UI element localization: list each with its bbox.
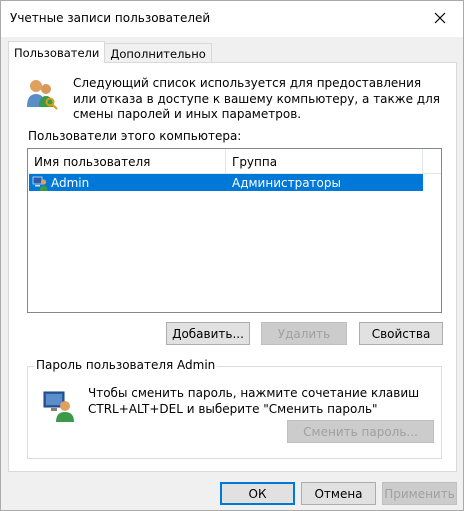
change-password-button[interactable]: Сменить пароль... [287, 420, 434, 443]
ok-button[interactable]: ОК [220, 482, 295, 505]
users-listview[interactable]: Имя пользователя Группа Admin Администра… [27, 148, 442, 313]
add-user-button-label: Добавить... [172, 326, 244, 341]
window-title: Учетные записи пользователей [10, 11, 211, 25]
close-icon [434, 12, 446, 24]
user-computer-icon [43, 391, 74, 422]
tab-users-label: Пользователи [14, 45, 100, 60]
title-bar: Учетные записи пользователей [1, 1, 463, 37]
column-header-username[interactable]: Имя пользователя [28, 149, 226, 174]
column-header-username-label: Имя пользователя [34, 154, 151, 169]
change-password-button-label: Сменить пароль... [303, 424, 418, 439]
users-tab-panel: Следующий список используется для предос… [8, 62, 457, 472]
user-row-admin[interactable]: Admin Администраторы [29, 174, 423, 191]
user-icon [32, 176, 48, 191]
user-name-cell: Admin [29, 175, 226, 191]
users-list-label: Пользователи этого компьютера: [28, 129, 242, 143]
tab-strip: Пользователи Дополнительно [8, 41, 212, 63]
properties-button[interactable]: Свойства [359, 322, 443, 345]
cancel-button-label: Отмена [314, 486, 363, 501]
users-keys-icon [27, 80, 58, 110]
close-button[interactable] [417, 1, 463, 35]
user-group: Администраторы [232, 175, 341, 190]
user-group-cell: Администраторы [226, 176, 341, 190]
listview-header: Имя пользователя Группа [28, 149, 441, 174]
add-user-button[interactable]: Добавить... [166, 322, 250, 345]
properties-button-label: Свойства [371, 326, 431, 341]
remove-user-button-label: Удалить [277, 326, 331, 341]
tab-users[interactable]: Пользователи [8, 41, 106, 63]
apply-button-label: Применить [384, 486, 455, 501]
cancel-button[interactable]: Отмена [301, 482, 376, 505]
column-header-group[interactable]: Группа [226, 149, 423, 174]
ok-button-label: ОК [248, 486, 267, 501]
password-groupbox: Пароль пользователя Admin Чтобы сменить … [27, 358, 442, 459]
password-group-legend: Пароль пользователя Admin [34, 358, 218, 372]
password-instructions: Чтобы сменить пароль, нажмите сочетание … [88, 386, 420, 416]
tab-advanced[interactable]: Дополнительно [104, 43, 212, 63]
user-accounts-dialog: Учетные записи пользователей Пользовател… [0, 0, 464, 511]
tab-advanced-label: Дополнительно [110, 46, 206, 61]
column-header-group-label: Группа [232, 154, 278, 169]
apply-button[interactable]: Применить [382, 482, 457, 505]
remove-user-button[interactable]: Удалить [261, 322, 347, 345]
intro-description: Следующий список используется для предос… [73, 76, 440, 121]
user-name: Admin [51, 175, 90, 190]
